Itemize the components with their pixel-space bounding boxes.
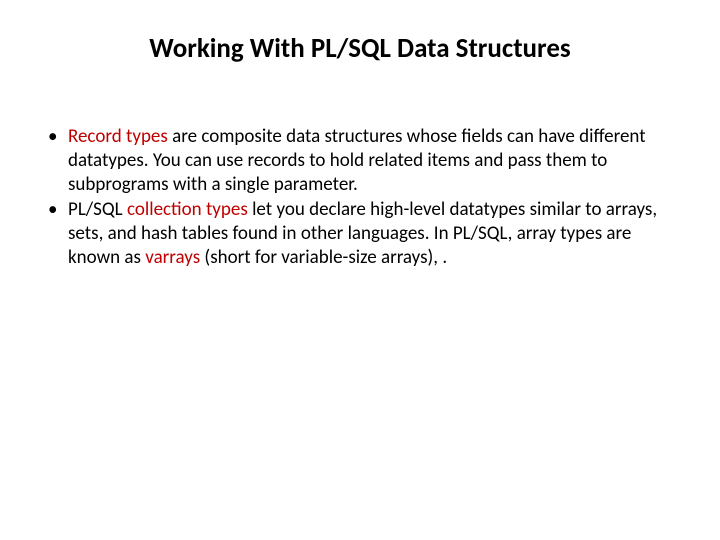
term-collection-types: collection types <box>127 198 248 221</box>
slide-title: Working With PL/SQL Data Structures <box>40 32 680 65</box>
term-varrays: varrays <box>145 246 200 269</box>
bullet-list: Record types are composite data structur… <box>40 125 680 270</box>
term-record-types: Record types <box>68 125 168 148</box>
bullet2-p5: (short for variable-size arrays), . <box>200 246 447 269</box>
bullet-item-2: PL/SQL collection types let you declare … <box>42 198 680 269</box>
bullet-item-1: Record types are composite data structur… <box>42 125 680 196</box>
bullet2-p1: PL/SQL <box>68 198 127 221</box>
